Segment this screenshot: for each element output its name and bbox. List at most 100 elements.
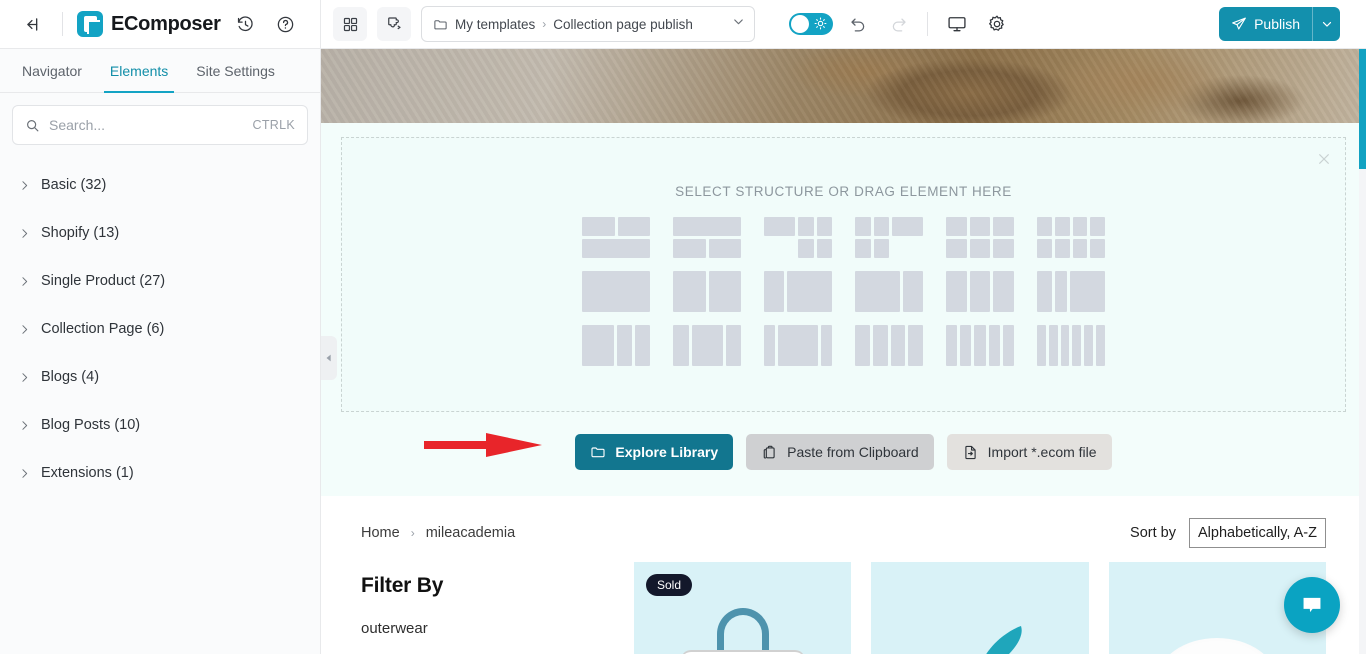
structure-option-2-equal[interactable] xyxy=(673,271,741,312)
chat-bubble-icon[interactable] xyxy=(1284,577,1340,633)
structure-option-thin-wide-thin[interactable] xyxy=(764,325,832,366)
structure-option-narrow-wide[interactable] xyxy=(764,271,832,312)
structure-option-left-big-2x2[interactable] xyxy=(764,217,832,258)
tab-elements[interactable]: Elements xyxy=(96,49,182,93)
product-grid: Sold xyxy=(634,562,1326,654)
history-icon[interactable] xyxy=(231,9,261,39)
product-image-bag xyxy=(680,608,805,654)
publish-button-group[interactable]: Publish xyxy=(1219,7,1340,41)
sidebar-search-area: CTRLK xyxy=(0,93,320,153)
brand-logo[interactable]: EComposer xyxy=(77,11,221,37)
sidebar-item-label: Shopify (13) xyxy=(41,225,120,241)
publish-dropdown-toggle[interactable] xyxy=(1312,7,1340,41)
sidebar-item-collection-page[interactable]: Collection Page (6) xyxy=(0,305,320,353)
product-image-white xyxy=(1157,638,1278,654)
publish-button[interactable]: Publish xyxy=(1219,7,1312,41)
editor-body: Navigator Elements Site Settings CTRLK xyxy=(0,49,1366,654)
monitor-icon[interactable] xyxy=(942,9,972,39)
structure-option-4-equal[interactable] xyxy=(855,325,923,366)
filter-item-outerwear[interactable]: outerwear xyxy=(361,620,614,637)
grid-apps-icon[interactable] xyxy=(333,7,367,41)
tab-site-settings[interactable]: Site Settings xyxy=(182,49,289,92)
sidebar-item-single-product[interactable]: Single Product (27) xyxy=(0,257,320,305)
sidebar-item-shopify[interactable]: Shopify (13) xyxy=(0,209,320,257)
search-box[interactable]: CTRLK xyxy=(12,105,308,145)
import-ecom-file-button[interactable]: Import *.ecom file xyxy=(946,434,1112,470)
breadcrumb-home-link[interactable]: Home xyxy=(361,525,400,541)
search-input[interactable] xyxy=(49,117,244,133)
structure-option-narrow-wide-narrow[interactable] xyxy=(673,325,741,366)
filter-sidebar: Filter By outerwear xyxy=(361,562,614,654)
structure-option-6-equal[interactable] xyxy=(1037,325,1105,366)
product-card[interactable]: Sold xyxy=(634,562,852,654)
storefront-breadcrumb: Home › mileacademia xyxy=(361,525,515,541)
sidebar-collapse-handle[interactable] xyxy=(321,336,337,380)
structure-option-wide-narrow[interactable] xyxy=(855,271,923,312)
explore-library-button[interactable]: Explore Library xyxy=(575,434,734,470)
ecomposer-logo-icon xyxy=(77,11,103,37)
tab-navigator[interactable]: Navigator xyxy=(8,49,96,92)
structure-option-3x2[interactable] xyxy=(946,217,1015,258)
chevron-right-icon xyxy=(18,371,31,384)
search-icon xyxy=(25,118,40,133)
scrollbar-thumb[interactable] xyxy=(1359,49,1366,169)
structure-option-wide-2narrow[interactable] xyxy=(582,325,650,366)
undo-icon[interactable] xyxy=(843,9,873,39)
sidebar-item-basic[interactable]: Basic (32) xyxy=(0,161,320,209)
canvas-action-buttons: Explore Library Paste from Clipboard Imp… xyxy=(321,412,1366,496)
structure-grid xyxy=(342,217,1345,366)
storefront-preview: Home › mileacademia Sort by Alphabetical… xyxy=(321,496,1366,654)
puzzle-icon[interactable] xyxy=(377,7,411,41)
template-breadcrumb-selector[interactable]: My templates › Collection page publish xyxy=(421,6,755,42)
sidebar-item-blogs[interactable]: Blogs (4) xyxy=(0,353,320,401)
structure-option-1-col[interactable] xyxy=(582,271,650,312)
left-sidebar: Navigator Elements Site Settings CTRLK xyxy=(0,49,321,654)
paper-plane-icon xyxy=(1231,16,1247,32)
chevron-right-icon xyxy=(18,419,31,432)
sidebar-item-label: Extensions (1) xyxy=(41,465,134,481)
sidebar-item-extensions[interactable]: Extensions (1) xyxy=(0,449,320,497)
structure-option-right-big-2x2[interactable] xyxy=(855,217,923,258)
top-toolbar: EComposer My templates › Collection page… xyxy=(0,0,1366,49)
structure-dropzone[interactable]: SELECT STRUCTURE OR DRAG ELEMENT HERE xyxy=(341,137,1346,412)
help-circle-icon[interactable] xyxy=(271,9,301,39)
dropzone-container: SELECT STRUCTURE OR DRAG ELEMENT HERE xyxy=(321,123,1366,412)
chevron-down-icon[interactable] xyxy=(731,14,746,34)
sidebar-tabs: Navigator Elements Site Settings xyxy=(0,49,320,93)
chevron-right-icon xyxy=(18,275,31,288)
structure-option-3-equal[interactable] xyxy=(946,271,1015,312)
paste-from-clipboard-button[interactable]: Paste from Clipboard xyxy=(746,434,934,470)
explore-library-label: Explore Library xyxy=(615,444,719,460)
product-card[interactable] xyxy=(871,562,1089,654)
breadcrumb-root[interactable]: My templates xyxy=(455,17,535,32)
structure-option-narrow-narrow-wide[interactable] xyxy=(1037,271,1106,312)
sidebar-item-blog-posts[interactable]: Blog Posts (10) xyxy=(0,401,320,449)
structure-option-4x2[interactable] xyxy=(1037,217,1105,258)
chevron-right-icon xyxy=(18,467,31,480)
structure-option-5-equal[interactable] xyxy=(946,325,1015,366)
import-ecom-file-label: Import *.ecom file xyxy=(987,444,1097,460)
canvas-scrollbar[interactable] xyxy=(1359,49,1366,654)
structure-option-2-1[interactable] xyxy=(582,217,650,258)
structure-row-1 xyxy=(582,217,1105,258)
close-icon[interactable] xyxy=(1313,148,1335,170)
sort-by-value: Alphabetically, A-Z xyxy=(1197,525,1317,541)
redo-icon[interactable] xyxy=(883,9,913,39)
breadcrumb-separator: › xyxy=(542,17,547,31)
folder-open-icon xyxy=(590,444,606,460)
publish-label: Publish xyxy=(1254,16,1300,32)
chevron-right-icon xyxy=(18,323,31,336)
toolbar-center: My templates › Collection page publish P… xyxy=(321,0,1366,49)
paste-from-clipboard-label: Paste from Clipboard xyxy=(787,444,919,460)
sidebar-item-label: Blog Posts (10) xyxy=(41,417,141,433)
red-arrow-annotation xyxy=(424,433,542,457)
gear-icon[interactable] xyxy=(982,9,1012,39)
sort-by-select[interactable]: Alphabetically, A-Z xyxy=(1188,518,1326,548)
back-arrow-icon[interactable] xyxy=(18,9,48,39)
structure-option-1-2[interactable] xyxy=(673,217,741,258)
toolbar-brand-area: EComposer xyxy=(0,0,321,49)
breadcrumb-separator: › xyxy=(410,526,415,540)
collection-banner-image xyxy=(321,49,1366,123)
theme-toggle[interactable] xyxy=(789,13,833,35)
filter-by-title: Filter By xyxy=(361,574,444,597)
